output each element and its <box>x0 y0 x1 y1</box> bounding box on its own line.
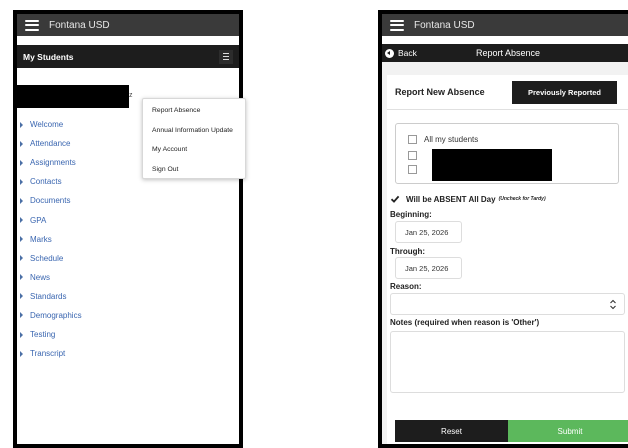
nav-label: Attendance <box>30 139 71 149</box>
nav-list: Welcome Attendance Assignments Contacts … <box>17 115 82 363</box>
check-icon[interactable] <box>390 194 400 204</box>
menu-item-sign-out[interactable]: Sign Out <box>143 160 245 180</box>
student-row[interactable] <box>408 165 424 174</box>
caret-right-icon <box>20 217 23 224</box>
right-app-bar: Fontana USD <box>382 14 628 36</box>
nav-item-standards[interactable]: Standards <box>17 287 82 306</box>
back-arrow-icon <box>385 48 394 58</box>
my-students-header: My Students <box>17 45 239 68</box>
notes-textarea[interactable] <box>390 331 625 393</box>
absent-all-day-label: Will be ABSENT All Day <box>406 194 496 204</box>
caret-right-icon <box>20 331 23 338</box>
report-new-absence-title: Report New Absence <box>395 87 485 97</box>
absent-all-day-row[interactable]: Will be ABSENT All Day (Uncheck for Tard… <box>390 194 546 204</box>
nav-label: Schedule <box>30 253 64 263</box>
nav-item-marks[interactable]: Marks <box>17 230 82 249</box>
my-students-title: My Students <box>23 51 74 62</box>
nav-label: Standards <box>30 291 67 301</box>
beginning-date-input[interactable]: Jan 25, 2026 <box>395 221 462 243</box>
nav-item-demographics[interactable]: Demographics <box>17 306 82 325</box>
menu-item-annual-update[interactable]: Annual Information Update <box>143 121 245 141</box>
nav-item-attendance[interactable]: Attendance <box>17 134 82 153</box>
hamburger-icon[interactable] <box>25 19 39 31</box>
select-arrows-icon <box>610 299 616 310</box>
back-label: Back <box>398 48 417 58</box>
student-checkbox[interactable] <box>408 165 417 174</box>
beginning-label: Beginning: <box>390 210 432 219</box>
caret-right-icon <box>20 255 23 262</box>
caret-right-icon <box>20 121 23 128</box>
student-checkbox[interactable] <box>408 151 417 160</box>
report-absence-content: Report New Absence Previously Reported A… <box>382 62 628 444</box>
all-students-row[interactable]: All my students <box>408 135 478 144</box>
right-phone-frame: Fontana USD Back Report Absence Report N… <box>378 10 628 448</box>
all-students-label: All my students <box>424 135 479 144</box>
submit-button[interactable]: Submit <box>508 420 628 442</box>
app-title: Fontana USD <box>414 19 475 31</box>
student-row[interactable] <box>408 151 424 160</box>
nav-label: GPA <box>30 215 47 225</box>
caret-right-icon <box>20 293 23 300</box>
left-screen: My Students z Welcome Attendance Assignm… <box>17 36 246 444</box>
caret-right-icon <box>20 350 23 357</box>
nav-label: Transcript <box>30 349 66 359</box>
menu-item-report-absence[interactable]: Report Absence <box>143 101 245 121</box>
caret-right-icon <box>20 274 23 281</box>
caret-right-icon <box>20 197 23 204</box>
caret-right-icon <box>20 312 23 319</box>
left-phone-frame: Fontana USD My Students z Welcome Attend… <box>13 10 246 448</box>
screen-title: Report Absence <box>476 48 541 58</box>
nav-label: Documents <box>30 196 71 206</box>
student-selection-box: All my students <box>395 123 619 184</box>
back-button[interactable]: Back <box>382 48 417 58</box>
hamburger-icon[interactable] <box>390 19 404 31</box>
redacted-student-name <box>17 85 129 108</box>
nav-item-news[interactable]: News <box>17 268 82 287</box>
all-students-checkbox[interactable] <box>408 135 417 144</box>
previously-reported-button[interactable]: Previously Reported <box>512 81 617 104</box>
nav-item-gpa[interactable]: GPA <box>17 210 82 229</box>
through-date-input[interactable]: Jan 25, 2026 <box>395 257 462 279</box>
redacted-trailing-char: z <box>129 92 133 99</box>
nav-item-transcript[interactable]: Transcript <box>17 344 82 363</box>
nav-item-assignments[interactable]: Assignments <box>17 153 82 172</box>
nav-label: News <box>30 272 51 282</box>
reset-button[interactable]: Reset <box>395 420 508 442</box>
app-title: Fontana USD <box>49 19 110 31</box>
caret-right-icon <box>20 178 23 185</box>
tardy-note: (Uncheck for Tardy) <box>498 196 546 202</box>
nav-label: Assignments <box>30 158 76 168</box>
form-actions: Reset Submit <box>395 420 628 442</box>
reason-label: Reason: <box>390 282 422 291</box>
caret-right-icon <box>20 236 23 243</box>
nav-item-testing[interactable]: Testing <box>17 325 82 344</box>
options-dropdown-menu: Report Absence Annual Information Update… <box>142 98 246 179</box>
nav-label: Marks <box>30 234 52 244</box>
report-absence-card: Report New Absence Previously Reported A… <box>387 75 628 444</box>
redacted-student-names <box>432 149 552 181</box>
nav-label: Welcome <box>30 120 64 130</box>
nav-item-contacts[interactable]: Contacts <box>17 172 82 191</box>
right-screen: Back Report Absence Report New Absence P… <box>382 36 628 444</box>
left-app-bar: Fontana USD <box>17 14 239 36</box>
through-label: Through: <box>390 247 426 256</box>
nav-label: Testing <box>30 330 56 340</box>
menu-toggle-icon[interactable] <box>219 49 233 64</box>
nav-item-schedule[interactable]: Schedule <box>17 249 82 268</box>
menu-item-my-account[interactable]: My Account <box>143 140 245 160</box>
nav-label: Contacts <box>30 177 62 187</box>
reason-select[interactable] <box>390 293 625 315</box>
nav-item-welcome[interactable]: Welcome <box>17 115 82 134</box>
nav-item-documents[interactable]: Documents <box>17 191 82 210</box>
nav-label: Demographics <box>30 310 82 320</box>
report-card-header: Report New Absence Previously Reported <box>387 75 628 110</box>
caret-right-icon <box>20 140 23 147</box>
report-absence-header: Back Report Absence <box>382 44 628 62</box>
notes-label: Notes (required when reason is 'Other') <box>390 318 540 327</box>
caret-right-icon <box>20 159 23 166</box>
